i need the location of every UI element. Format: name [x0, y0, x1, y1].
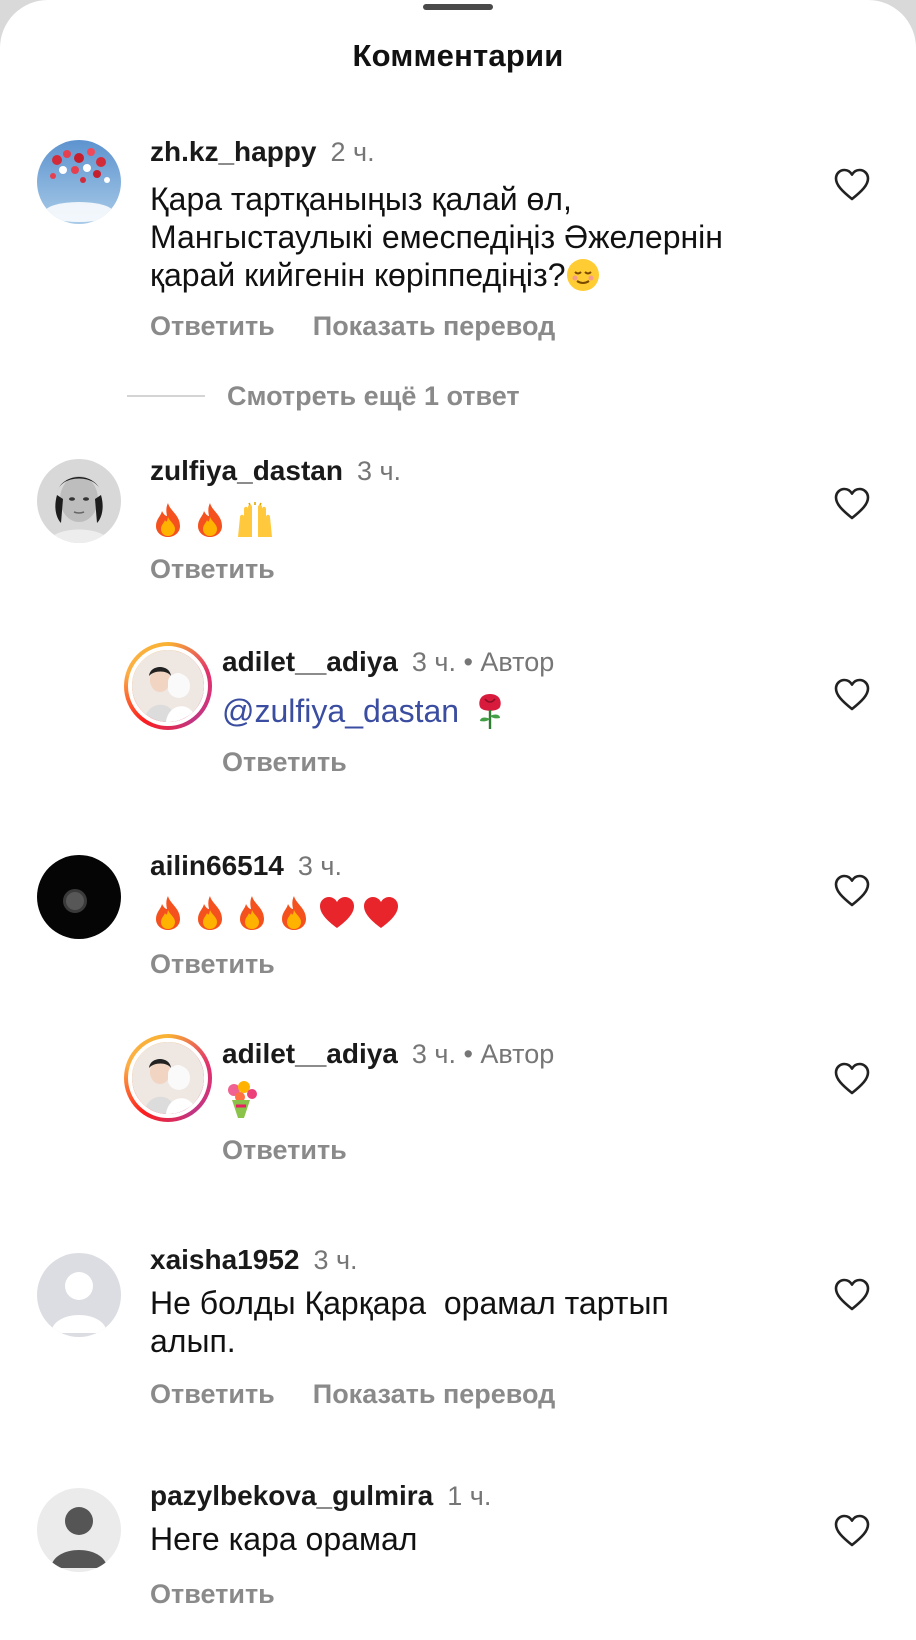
heart-outline-icon[interactable]	[834, 1062, 870, 1096]
comment-username[interactable]: xaisha1952	[150, 1244, 299, 1275]
comment-time: 3 ч.	[313, 1245, 358, 1275]
comment-emojis	[222, 1080, 268, 1122]
reply-button[interactable]: Ответить	[150, 1579, 275, 1609]
comment-emojis	[150, 499, 282, 541]
view-replies[interactable]: Смотреть ещё 1 ответ	[127, 376, 520, 416]
comment-time: 2 ч.	[330, 137, 375, 167]
view-replies-button[interactable]: Смотреть ещё 1 ответ	[227, 381, 520, 411]
avatar[interactable]	[37, 459, 121, 543]
raised-hands-emoji-icon	[238, 502, 272, 537]
avatar-with-story-ring[interactable]	[124, 1034, 212, 1122]
comment-time: 1 ч.	[447, 1481, 492, 1511]
rose-emoji-icon	[479, 694, 501, 729]
view-replies-divider	[127, 395, 205, 397]
comment-username[interactable]: ailin66514	[150, 850, 284, 881]
reply-button[interactable]: Ответить	[150, 1379, 275, 1409]
reply-button[interactable]: Ответить	[150, 311, 275, 341]
comment-text-line: Қара тартқаныңыз қалай өл,	[150, 181, 572, 217]
comment-text: Неге кара орамал	[150, 1520, 810, 1558]
comments-sheet: Комментарии zh.kz_happy 2 ч. Қара тартқа…	[0, 0, 916, 1640]
person-silhouette-icon	[37, 1488, 121, 1572]
avatar-image	[128, 646, 208, 726]
drag-handle[interactable]	[423, 4, 493, 10]
reply-button[interactable]: Ответить	[222, 747, 347, 777]
heart-outline-icon[interactable]	[834, 1514, 870, 1548]
show-translation-button[interactable]: Показать перевод	[313, 1379, 556, 1409]
default-avatar[interactable]	[37, 1488, 121, 1572]
comment-text-line: Мангыстаулыкі емеспедіңіз Әжелернін	[150, 219, 723, 255]
comment-text-line-content: қарай кийгенін көріппедіңіз?	[150, 257, 566, 293]
comment-emojis	[150, 892, 406, 934]
comment-username[interactable]: pazylbekova_gulmira	[150, 1480, 433, 1511]
heart-outline-icon[interactable]	[834, 678, 870, 712]
default-avatar[interactable]	[37, 1253, 121, 1337]
fire-emoji-icon	[156, 503, 180, 537]
comment-time: 3 ч.	[297, 851, 342, 881]
comment-username[interactable]: adilet__adiya	[222, 1038, 398, 1069]
comment-text: Не болды Қарқара орамал тартып алып.	[150, 1284, 810, 1360]
mention-link[interactable]: @zulfiya_dastan	[222, 693, 459, 729]
heart-outline-icon[interactable]	[834, 1278, 870, 1312]
comment-text: @zulfiya_dastan	[222, 692, 506, 730]
comment-username[interactable]: zulfiya_dastan	[150, 455, 343, 486]
reply-button[interactable]: Ответить	[150, 554, 275, 584]
red-heart-emoji-icon	[320, 897, 354, 928]
comment-text-line: Не болды Қарқара орамал тартып	[150, 1285, 669, 1321]
reply-button[interactable]: Ответить	[222, 1135, 347, 1165]
comment-username[interactable]: zh.kz_happy	[150, 136, 316, 167]
fire-emoji-icon	[198, 503, 222, 537]
comment-text-line: алып.	[150, 1323, 236, 1359]
show-translation-button[interactable]: Показать перевод	[313, 311, 556, 341]
comment-text-line: қарай кийгенін көріппедіңіз?	[150, 256, 810, 294]
red-heart-emoji-icon	[364, 897, 398, 928]
bouquet-emoji-icon	[228, 1081, 257, 1118]
avatar[interactable]	[37, 140, 121, 224]
relieved-face-emoji-icon	[566, 259, 599, 291]
heart-outline-icon[interactable]	[834, 487, 870, 521]
comment-time-author: 3 ч. • Автор	[411, 1039, 555, 1069]
heart-outline-icon[interactable]	[834, 874, 870, 908]
comment-text-line: Неге кара орамал	[150, 1521, 418, 1557]
comment-time: 3 ч.	[356, 456, 402, 486]
comment-time-author: 3 ч. • Автор	[411, 647, 555, 677]
heart-outline-icon[interactable]	[834, 168, 870, 202]
avatar-image	[128, 1038, 208, 1118]
reply-button[interactable]: Ответить	[150, 949, 275, 979]
fire-emoji-icon	[240, 896, 264, 930]
comment-text: Қара тартқаныңыз қалай өл, Мангыстаулыкі…	[150, 180, 810, 294]
person-silhouette-icon	[37, 1253, 121, 1337]
sheet-title: Комментарии	[352, 38, 564, 73]
fire-emoji-icon	[198, 896, 222, 930]
comment-username[interactable]: adilet__adiya	[222, 646, 398, 677]
avatar[interactable]	[37, 855, 121, 939]
fire-emoji-icon	[156, 896, 180, 930]
fire-emoji-icon	[282, 896, 306, 930]
avatar-with-story-ring[interactable]	[124, 642, 212, 730]
